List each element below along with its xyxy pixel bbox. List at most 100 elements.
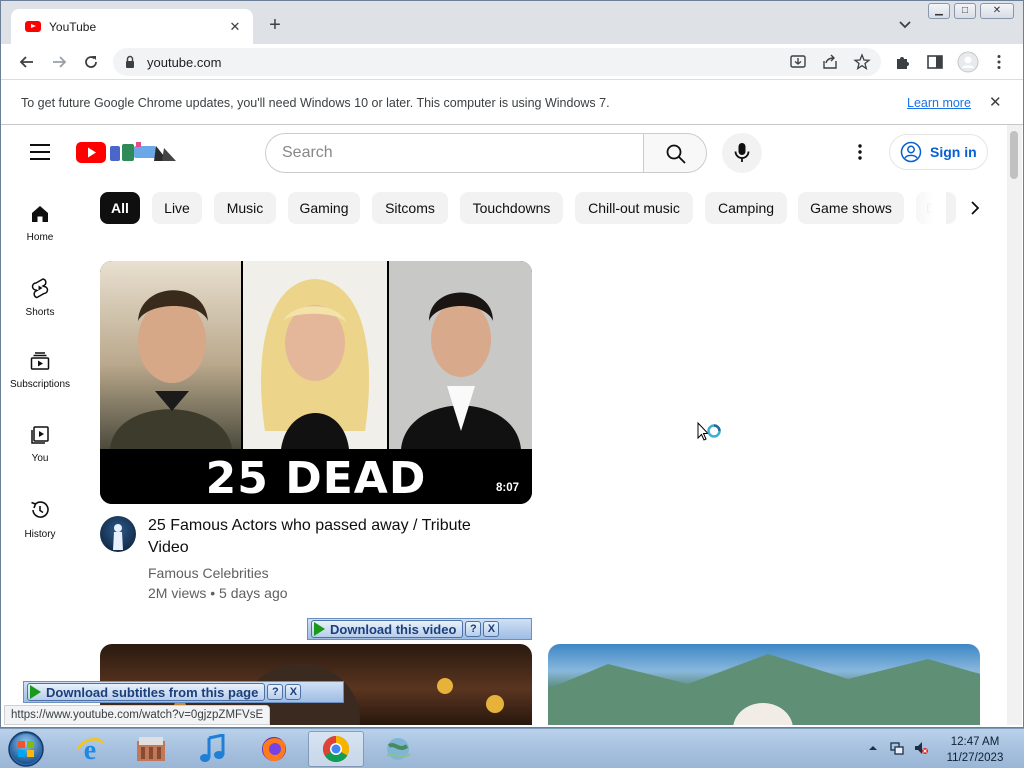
taskbar-network-app[interactable]	[370, 731, 426, 767]
infobar-close-icon[interactable]: ✕	[989, 93, 1002, 111]
video-meta: 2M views • 5 days ago	[148, 585, 288, 601]
tab-search-chevron-icon[interactable]	[895, 15, 915, 35]
browser-toolbar: youtube.com	[1, 44, 1023, 80]
nav-label: Shorts	[25, 307, 55, 318]
taskbar-file-explorer[interactable]	[123, 731, 179, 767]
settings-kebab-icon[interactable]	[850, 142, 870, 162]
video-title[interactable]: 25 Famous Actors who passed away / Tribu…	[148, 515, 508, 559]
tab-youtube[interactable]: YouTube ✕	[11, 9, 253, 44]
nav-you[interactable]: You	[1, 425, 79, 464]
chip-camping[interactable]: Camping	[705, 192, 787, 224]
search-input[interactable]	[265, 133, 644, 173]
chevron-right-icon[interactable]	[959, 192, 991, 224]
profile-avatar-icon[interactable]	[957, 51, 979, 73]
learn-more-link[interactable]: Learn more	[907, 96, 971, 110]
you-icon	[31, 426, 49, 444]
video-thumbnail[interactable]: 25 DEAD ACTORS 8:07	[100, 261, 532, 504]
taskbar-internet-explorer[interactable]: e	[62, 731, 118, 767]
video-thumbnail-3[interactable]	[548, 644, 980, 725]
windows-start-button[interactable]	[6, 730, 46, 768]
nav-home[interactable]: Home	[1, 204, 79, 243]
search-icon	[666, 144, 686, 164]
chip-music[interactable]: Music	[214, 192, 276, 224]
nav-label: Subscriptions	[9, 379, 71, 390]
address-bar[interactable]: youtube.com	[113, 48, 881, 76]
thumbnail-photo-1	[100, 261, 241, 449]
update-infobar: To get future Google Chrome updates, you…	[1, 81, 1023, 125]
globe-network-icon	[386, 738, 411, 760]
back-icon[interactable]	[17, 52, 37, 72]
thumbnail-photo-3	[389, 261, 532, 449]
chip-fade	[906, 192, 946, 224]
window-close-button[interactable]: ✕	[980, 3, 1014, 19]
bookmark-star-icon[interactable]	[853, 53, 871, 71]
video-duration-badge: 8:07	[492, 481, 524, 495]
play-arrow-icon	[314, 622, 325, 636]
nav-label: History	[24, 529, 56, 540]
tab-close-icon[interactable]: ✕	[227, 19, 243, 35]
microphone-icon	[734, 143, 750, 162]
download-subtitles-help-button[interactable]: ?	[267, 684, 284, 700]
channel-avatar[interactable]	[100, 516, 136, 552]
chip-all[interactable]: All	[100, 192, 140, 224]
maximize-button[interactable]: □	[954, 3, 976, 19]
clock-time: 12:47 AM	[950, 736, 1000, 748]
download-video-button[interactable]: Download this video	[311, 620, 464, 638]
download-video-help-button[interactable]: ?	[465, 621, 482, 637]
extensions-icon[interactable]	[894, 53, 912, 71]
status-bar-url: https://www.youtube.com/watch?v=0gjzpZMF…	[4, 705, 271, 725]
voice-search-button[interactable]	[722, 133, 762, 173]
chrome-menu-icon[interactable]	[990, 53, 1008, 71]
channel-name[interactable]: Famous Celebrities	[148, 565, 269, 581]
chip-sitcoms[interactable]: Sitcoms	[372, 192, 448, 224]
account-circle-icon	[900, 141, 922, 163]
taskbar-chrome[interactable]	[308, 731, 364, 767]
hamburger-menu-icon[interactable]	[30, 144, 50, 160]
chip-touchdowns[interactable]: Touchdowns	[460, 192, 563, 224]
taskbar-itunes[interactable]	[185, 731, 241, 767]
download-subtitles-button[interactable]: Download subtitles from this page	[27, 683, 266, 701]
tab-title: YouTube	[49, 19, 97, 34]
minimize-button[interactable]: ▁	[928, 3, 950, 19]
lock-icon[interactable]	[125, 55, 135, 69]
page-scrollbar[interactable]	[1007, 125, 1022, 725]
download-video-close-button[interactable]: X	[483, 621, 500, 637]
network-tray-icon[interactable]	[890, 741, 904, 755]
search-button[interactable]	[643, 133, 707, 173]
thumbnail-headline: 25 DEAD ACTORS	[100, 453, 532, 504]
sign-in-button[interactable]: Sign in	[889, 134, 988, 170]
busy-cursor-icon	[697, 422, 721, 441]
taskbar-firefox[interactable]	[246, 731, 302, 767]
volume-muted-icon[interactable]	[914, 741, 928, 755]
forward-icon[interactable]	[49, 52, 69, 72]
chip-game-shows[interactable]: Game shows	[798, 192, 904, 224]
internet-explorer-icon: e	[76, 735, 104, 764]
new-tab-button[interactable]: +	[263, 14, 287, 38]
nav-label: You	[31, 453, 49, 464]
share-icon[interactable]	[821, 53, 839, 71]
youtube-logo[interactable]	[76, 140, 176, 164]
address-url[interactable]: youtube.com	[147, 55, 221, 70]
download-subtitles-close-button[interactable]: X	[285, 684, 302, 700]
scrollbar-thumb[interactable]	[1010, 131, 1018, 179]
thumbnail-photo-2	[243, 261, 387, 449]
taskbar-clock[interactable]: 12:47 AM 11/27/2023	[940, 734, 1010, 766]
reload-icon[interactable]	[81, 52, 101, 72]
install-app-icon[interactable]	[789, 53, 807, 71]
file-explorer-icon	[137, 737, 165, 761]
chip-chill-out-music[interactable]: Chill-out music	[575, 192, 693, 224]
subscriptions-icon	[30, 352, 50, 370]
download-subtitles-bar: Download subtitles from this page ? X	[23, 681, 344, 703]
chip-live[interactable]: Live	[152, 192, 202, 224]
play-arrow-icon	[30, 685, 41, 699]
show-hidden-icons-icon[interactable]	[868, 741, 878, 755]
nav-shorts[interactable]: Shorts	[1, 277, 79, 318]
side-panel-icon[interactable]	[926, 53, 944, 71]
clock-date: 11/27/2023	[946, 752, 1004, 764]
sign-in-label: Sign in	[930, 144, 977, 160]
chip-gaming[interactable]: Gaming	[288, 192, 360, 224]
tab-strip: YouTube ✕ + ▁ □ ✕	[1, 1, 1023, 44]
nav-subscriptions[interactable]: Subscriptions	[1, 351, 79, 390]
nav-history[interactable]: History	[1, 499, 79, 540]
infobar-message: To get future Google Chrome updates, you…	[21, 96, 610, 110]
